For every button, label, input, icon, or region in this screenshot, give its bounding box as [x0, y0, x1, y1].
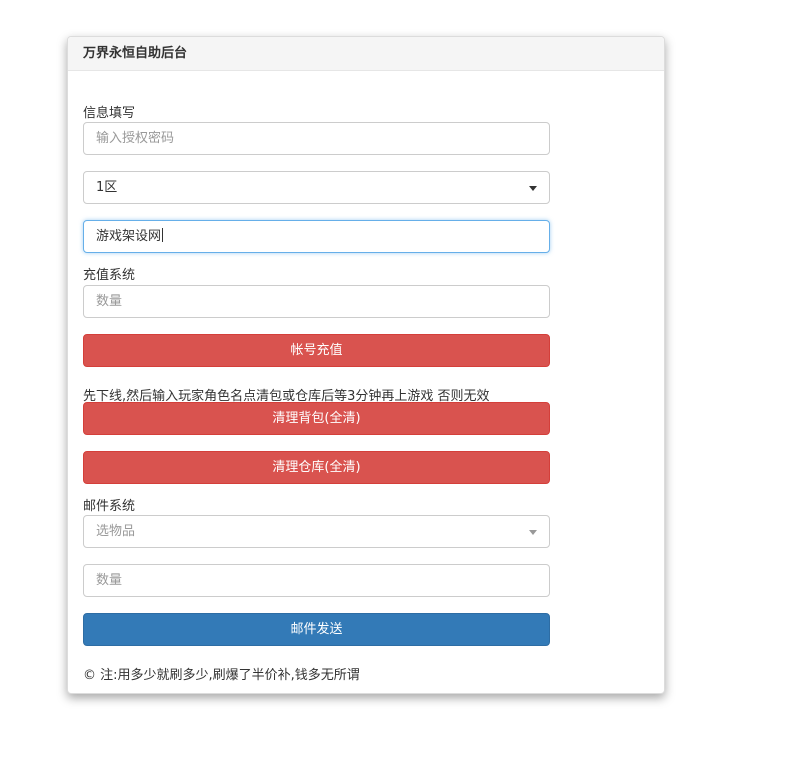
mail-item-select[interactable]: 选物品	[83, 515, 550, 548]
mail-section-label: 邮件系统	[83, 499, 136, 514]
panel-title: 万界永恒自助后台	[68, 37, 664, 71]
text-cursor	[162, 228, 164, 242]
mail-item-select-placeholder: 选物品	[96, 524, 136, 539]
info-section-label: 信息填写	[83, 106, 136, 121]
recharge-quantity-input[interactable]	[83, 285, 550, 318]
account-recharge-button[interactable]: 帐号充值	[83, 334, 550, 367]
chevron-down-icon	[529, 530, 537, 535]
clear-bag-button[interactable]: 清理背包(全清)	[83, 402, 550, 435]
clear-storage-button[interactable]: 清理仓库(全清)	[83, 451, 550, 484]
zone-select-value: 1区	[96, 180, 118, 195]
admin-panel: 万界永恒自助后台 信息填写 1区 游戏架设网 充值系统 帐号充值 先下线,然后输…	[67, 36, 665, 694]
mail-quantity-input[interactable]	[83, 564, 550, 597]
footer-note: © 注:用多少就刷多少,刷爆了半价补,钱多无所谓	[83, 668, 360, 683]
auth-password-input[interactable]	[83, 122, 550, 155]
account-name-input[interactable]: 游戏架设网	[83, 220, 550, 253]
send-mail-button[interactable]: 邮件发送	[83, 613, 550, 646]
zone-select[interactable]: 1区	[83, 171, 550, 204]
chevron-down-icon	[529, 186, 537, 191]
recharge-section-label: 充值系统	[83, 268, 136, 283]
account-name-value: 游戏架设网	[96, 229, 162, 244]
